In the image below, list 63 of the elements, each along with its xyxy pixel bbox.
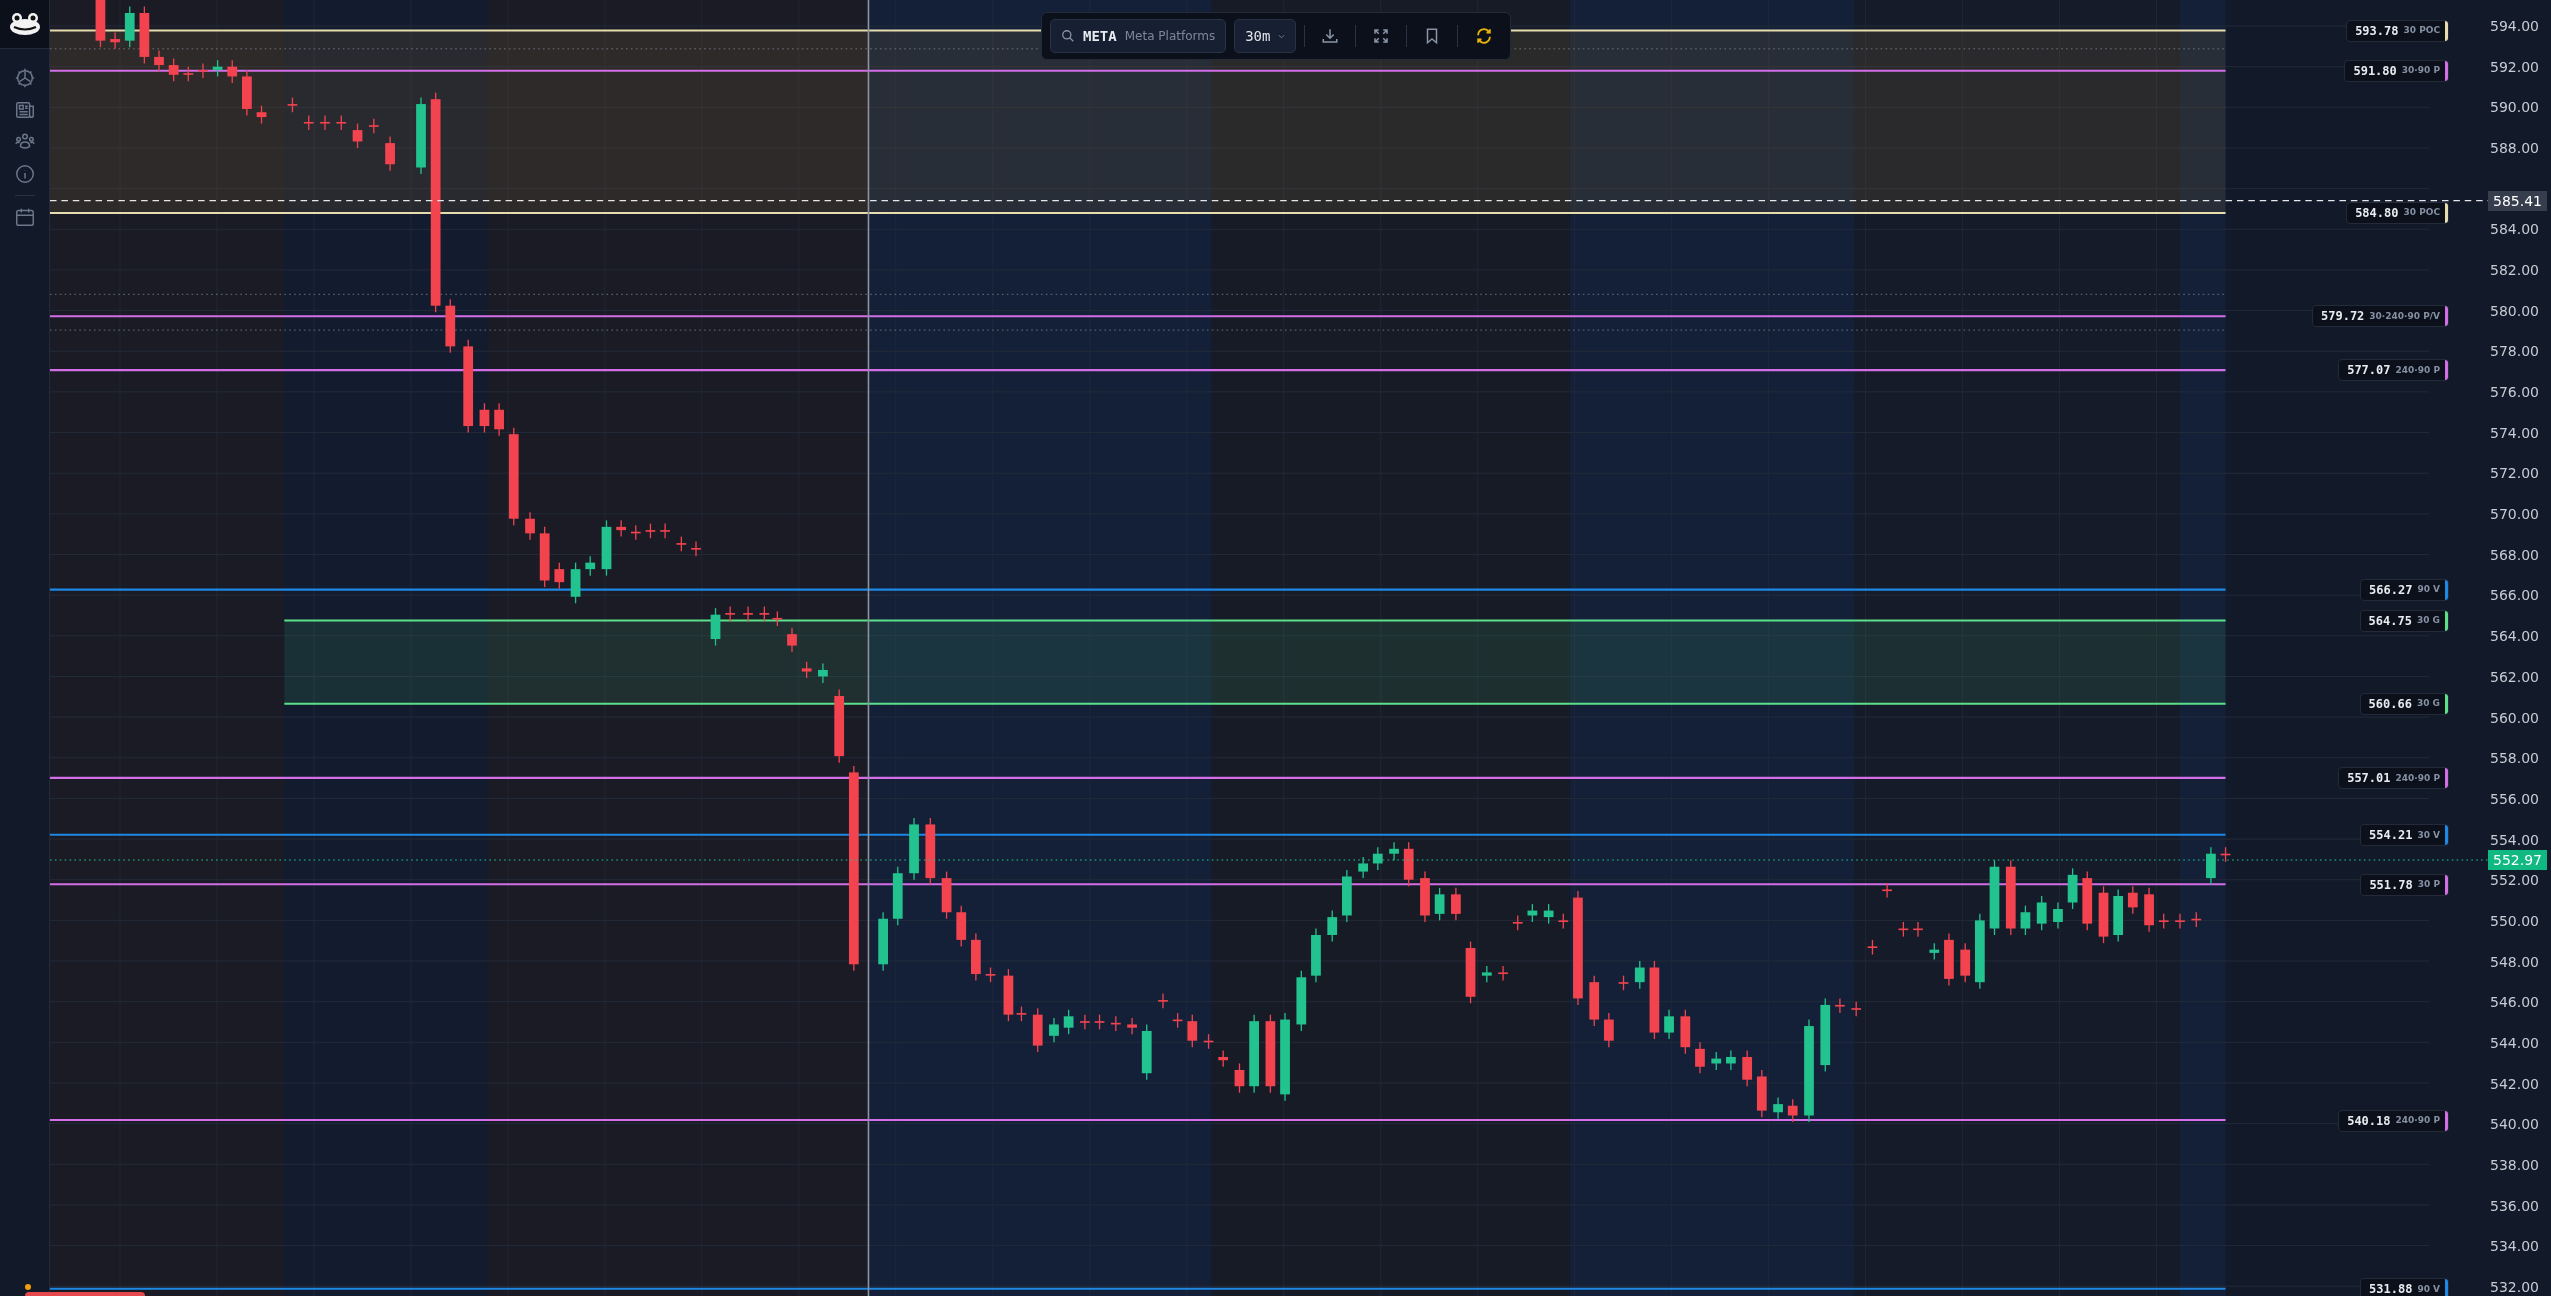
price-axis-label: 550.00: [2490, 913, 2539, 928]
price-axis-label: 546.00: [2490, 995, 2539, 1010]
price-axis-label: 548.00: [2490, 954, 2539, 969]
price-axis-label: 544.00: [2490, 1035, 2539, 1050]
price-axis-label: 582.00: [2490, 263, 2539, 278]
level-tag: 90 V: [2417, 1282, 2440, 1296]
level-price: 577.07: [2347, 362, 2391, 380]
level-price: 566.27: [2369, 582, 2413, 599]
price-axis-label: 584.00: [2490, 222, 2539, 237]
level-tag: 30·240·90 P/V: [2369, 309, 2440, 324]
level-tag: 30 G: [2416, 614, 2440, 628]
price-axis-label: 570.00: [2490, 507, 2539, 522]
level-price: 531.88: [2369, 1281, 2413, 1296]
level-tag: 30 POC: [2403, 23, 2440, 38]
price-axis-label: 572.00: [2490, 466, 2539, 481]
price-axis-label: 574.00: [2490, 425, 2539, 440]
price-axis-label: 578.00: [2490, 344, 2539, 359]
company-name: Meta Platforms: [1124, 28, 1216, 45]
price-axis-label: 540.00: [2490, 1117, 2539, 1132]
price-axis-label: 566.00: [2490, 588, 2539, 603]
price-axis-label: 536.00: [2490, 1198, 2539, 1213]
last-price-label: 552.97: [2488, 850, 2547, 871]
level-tag: 30 G: [2416, 697, 2440, 711]
level-tag: 240·90 P: [2395, 363, 2440, 378]
level-tag: 240·90 P: [2395, 771, 2440, 786]
price-axis-label: 590.00: [2490, 100, 2539, 115]
crosshair-price-label: 585.41: [2488, 190, 2547, 211]
level-price: 564.75: [2368, 612, 2412, 630]
level-tag: 90 V: [2417, 583, 2440, 597]
price-axis-label: 576.00: [2490, 385, 2539, 400]
level-price: 554.21: [2369, 827, 2413, 845]
price-axis-label: 558.00: [2490, 751, 2539, 766]
level-tag: 30 P: [2417, 877, 2440, 892]
level-price: 591.80: [2353, 62, 2397, 80]
level-price: 584.80: [2355, 205, 2399, 223]
price-axis-label: 562.00: [2490, 669, 2539, 684]
level-tag: 30·90 P: [2401, 64, 2440, 78]
price-axis-label: 554.00: [2490, 832, 2539, 847]
symbol-search-field[interactable]: META Meta Platforms: [1050, 19, 1227, 53]
price-axis-label: 534.00: [2490, 1239, 2539, 1254]
level-price: 540.18: [2347, 1112, 2391, 1130]
price-axis-label: 580.00: [2490, 303, 2539, 318]
level-price: 593.78: [2355, 22, 2399, 40]
price-axis-label: 594.00: [2490, 19, 2539, 34]
level-price: 560.66: [2368, 696, 2412, 714]
interval-dropdown[interactable]: 30m: [1234, 19, 1297, 53]
price-axis-label: 556.00: [2490, 791, 2539, 806]
price-axis-label: 532.00: [2490, 1279, 2539, 1294]
price-axis-label: 568.00: [2490, 547, 2539, 562]
price-axis-label: 560.00: [2490, 710, 2539, 725]
level-price: 551.78: [2369, 876, 2413, 894]
level-price: 579.72: [2321, 308, 2365, 326]
level-tag: 30 V: [2417, 828, 2440, 842]
price-axis-label: 538.00: [2490, 1157, 2539, 1172]
price-axis-label: 542.00: [2490, 1076, 2539, 1091]
price-axis-label: 588.00: [2490, 141, 2539, 156]
ticker-symbol: META: [1083, 26, 1117, 46]
level-tag: 240·90 P: [2395, 1113, 2440, 1128]
level-tag: 30 POC: [2403, 206, 2440, 220]
price-axis-label: 592.00: [2490, 59, 2539, 74]
price-axis-label: 564.00: [2490, 629, 2539, 644]
price-axis-label: 552.00: [2490, 873, 2539, 888]
level-price: 557.01: [2347, 770, 2391, 788]
